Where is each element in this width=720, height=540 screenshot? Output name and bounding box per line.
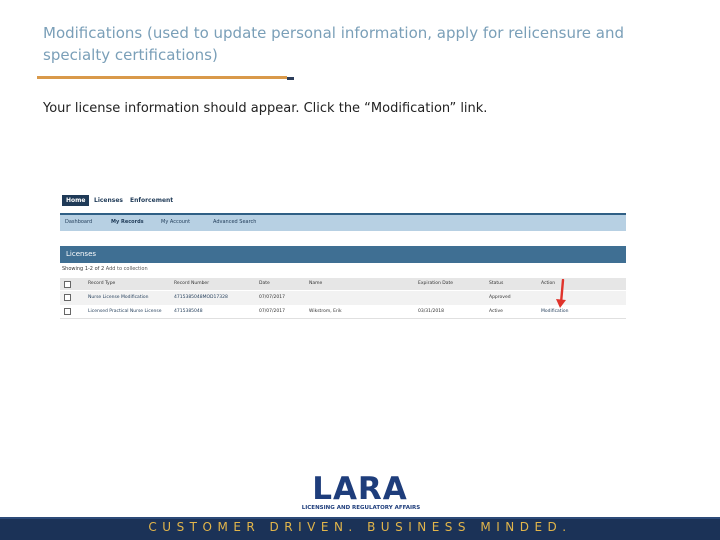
record-name: Wikstrom, Erik bbox=[309, 309, 342, 314]
modification-link[interactable]: Modification bbox=[541, 309, 568, 314]
table-header: Record Type Record Number Date Name Expi… bbox=[60, 278, 626, 290]
showing-text: Showing 1-2 of 2 bbox=[62, 266, 105, 272]
col-record-type: Record Type bbox=[88, 281, 116, 286]
col-record-number: Record Number bbox=[174, 281, 210, 286]
tab-licenses[interactable]: Licenses bbox=[94, 197, 123, 204]
select-all-checkbox[interactable] bbox=[64, 281, 71, 288]
row-checkbox[interactable] bbox=[64, 308, 71, 315]
logo-subtitle: LICENSING AND REGULATORY AFFAIRS bbox=[301, 505, 421, 511]
col-expiration-date: Expiration Date bbox=[418, 281, 454, 286]
record-expiration: 03/31/2018 bbox=[418, 309, 444, 314]
footer-bar: CUSTOMER DRIVEN. BUSINESS MINDED. bbox=[0, 516, 720, 540]
record-date: 07/07/2017 bbox=[259, 309, 285, 314]
logo-wordmark: LARA bbox=[312, 471, 408, 507]
add-to-collection-link[interactable]: Add to collection bbox=[106, 266, 148, 272]
section-title: Licenses bbox=[66, 250, 97, 258]
nav-dashboard[interactable]: Dashboard bbox=[65, 219, 92, 225]
col-name: Name bbox=[309, 281, 323, 286]
footer-tagline: CUSTOMER DRIVEN. BUSINESS MINDED. bbox=[148, 520, 572, 534]
sub-nav: Dashboard My Records My Account Advanced… bbox=[60, 213, 626, 231]
tab-enforcement[interactable]: Enforcement bbox=[130, 197, 173, 204]
results-count: Showing 1-2 of 2 Add to collection bbox=[62, 266, 148, 272]
title-underline bbox=[37, 76, 287, 79]
col-status: Status bbox=[489, 281, 504, 286]
nav-advanced-search[interactable]: Advanced Search bbox=[213, 219, 256, 225]
title-underline-accent bbox=[287, 77, 294, 80]
table-row: Licensed Practical Nurse License 4715385… bbox=[60, 305, 626, 319]
footer-edge bbox=[0, 517, 720, 519]
record-number-link[interactable]: 4715385048MOD17328 bbox=[174, 295, 228, 300]
record-type: Licensed Practical Nurse License bbox=[88, 309, 162, 314]
tab-home[interactable]: Home bbox=[62, 195, 90, 206]
record-type: Nurse License Modification bbox=[88, 295, 149, 300]
record-number-link[interactable]: 4715385048 bbox=[174, 309, 203, 314]
record-date: 07/07/2017 bbox=[259, 295, 285, 300]
row-checkbox[interactable] bbox=[64, 294, 71, 301]
embedded-screenshot: Home Licenses Enforcement Dashboard My R… bbox=[60, 193, 626, 328]
record-status: Approved bbox=[489, 295, 511, 300]
nav-my-records[interactable]: My Records bbox=[111, 219, 144, 225]
table-row: Nurse License Modification 4715385048MOD… bbox=[60, 291, 626, 305]
red-arrow-icon bbox=[556, 279, 566, 308]
lara-logo: LARA LICENSING AND REGULATORY AFFAIRS bbox=[290, 474, 432, 514]
section-header: Licenses bbox=[60, 246, 626, 263]
slide-title: Modifications (used to update personal i… bbox=[43, 24, 625, 64]
nav-my-account[interactable]: My Account bbox=[161, 219, 190, 225]
record-status: Active bbox=[489, 309, 503, 314]
col-action: Action bbox=[541, 281, 556, 286]
col-date: Date bbox=[259, 281, 270, 286]
top-nav: Home Licenses Enforcement bbox=[60, 193, 626, 213]
instruction-text: Your license information should appear. … bbox=[43, 101, 488, 116]
